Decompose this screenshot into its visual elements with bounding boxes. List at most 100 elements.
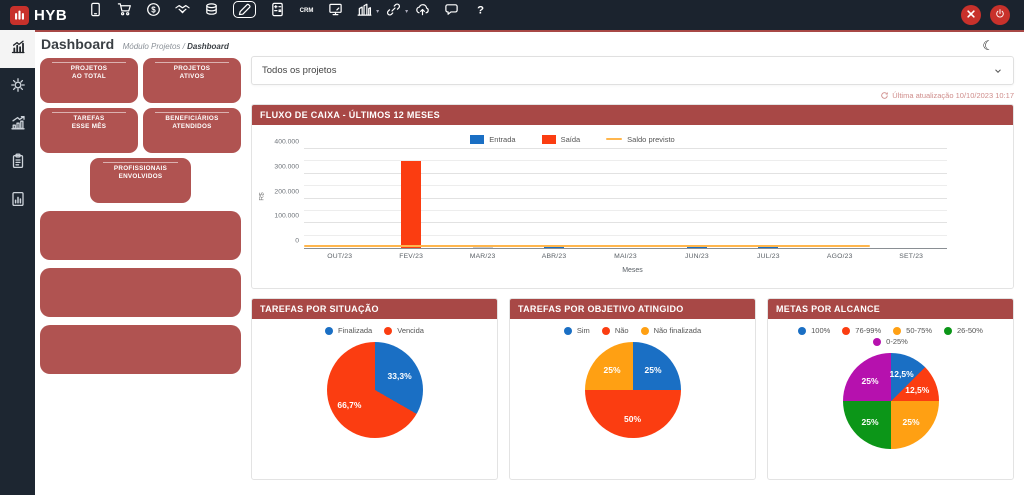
x-axis-tick: MAI/23 bbox=[614, 253, 637, 260]
legend-item[interactable]: Vencida bbox=[384, 326, 424, 335]
sidebar-item-indicators[interactable] bbox=[0, 106, 35, 144]
legend-item[interactable]: Sim bbox=[563, 326, 590, 335]
pie-panel-metas-por-alcance: METAS POR ALCANCE 100% 76-99% 50-75% 26-50% 0… bbox=[767, 298, 1014, 480]
pie-charts-row: TAREFAS POR SITUAÇÃO Finalizada Vencida 33,… bbox=[251, 298, 1014, 480]
menu-item--reas[interactable]: ▾ bbox=[350, 0, 379, 19]
menu-item-meu-site[interactable] bbox=[321, 0, 350, 19]
last-update: Última atualização 10/10/2023 10:17 bbox=[251, 87, 1014, 103]
menu-item-hyb-drive[interactable] bbox=[408, 0, 437, 19]
menu-item-apoio[interactable]: ▾ bbox=[379, 0, 408, 19]
legend-dot-swatch bbox=[873, 337, 882, 346]
pie-panel-tarefas-por-situa-o: TAREFAS POR SITUAÇÃO Finalizada Vencida 33,… bbox=[251, 298, 498, 480]
pie-slice-label: 25% bbox=[861, 416, 879, 427]
calculator-icon bbox=[270, 1, 285, 18]
legend-item[interactable]: 100% bbox=[798, 326, 830, 335]
pie-graphic bbox=[842, 353, 939, 449]
stat-card: PROFISSIONAIS ENVOLVIDOS bbox=[90, 158, 191, 203]
legend-item[interactable]: Saída bbox=[541, 134, 580, 144]
pie-graphic bbox=[326, 342, 423, 438]
legend-item[interactable]: 50-75% bbox=[893, 326, 932, 335]
legend-dot-swatch bbox=[842, 326, 851, 335]
dark-mode-toggle-icon[interactable]: ☾ bbox=[982, 38, 994, 54]
project-filter-select[interactable]: Todos os projetos bbox=[251, 56, 1014, 85]
x-axis-tick: FEV/23 bbox=[399, 253, 424, 260]
legend-item[interactable]: 76-99% bbox=[842, 326, 881, 335]
legend-item[interactable]: 26-50% bbox=[944, 326, 983, 335]
pie-slice-label: 66,7% bbox=[337, 399, 362, 410]
menu-item-projetos[interactable] bbox=[226, 0, 263, 19]
legend-label: 0-25% bbox=[886, 337, 908, 346]
pie-chart: 100% 76-99% 50-75% 26-50% 0-25% 12,5% 12,5% 25%… bbox=[768, 319, 1013, 479]
gear-icon bbox=[10, 77, 26, 98]
sidebar-item-tasks[interactable] bbox=[0, 144, 35, 182]
menu-item-cadastros[interactable] bbox=[81, 0, 110, 19]
pie-panel-title: TAREFAS POR OBJETIVO ATINGIDO bbox=[510, 299, 755, 319]
pie-legend: Sim Não Não finalizada bbox=[510, 319, 755, 335]
menu-item-financeiro[interactable] bbox=[197, 0, 226, 19]
topbar: HYB $ CRM ▾ ▾? bbox=[0, 0, 1024, 30]
legend-item[interactable]: Saldo previsto bbox=[606, 135, 675, 144]
page-header: Dashboard Módulo Projetos / Dashboard ☾ bbox=[41, 36, 1016, 56]
menu-item-compras[interactable] bbox=[110, 0, 139, 19]
clipboard-icon bbox=[10, 153, 26, 174]
app-logo[interactable]: HYB bbox=[0, 5, 81, 25]
legend-dot-swatch bbox=[944, 326, 953, 335]
stat-label: PROJETOS AO TOTAL bbox=[70, 65, 108, 80]
question-icon: ? bbox=[473, 1, 488, 18]
stat-cards: PROJETOS AO TOTAL PROJETOS ATIVOS TAREFAS ESS… bbox=[40, 58, 241, 203]
legend-dot-swatch bbox=[601, 326, 610, 335]
menu-item-cont-bil[interactable] bbox=[263, 0, 292, 19]
legend-label: 50-75% bbox=[906, 326, 933, 335]
legend-item[interactable]: 0-25% bbox=[873, 337, 908, 346]
monitor-icon bbox=[328, 1, 343, 18]
legend-label: Sim bbox=[576, 326, 590, 335]
report-icon bbox=[10, 191, 26, 212]
sidebar bbox=[0, 30, 35, 495]
legend-label: 76-99% bbox=[855, 326, 882, 335]
link-icon bbox=[386, 1, 401, 18]
x-axis-label: Meses bbox=[622, 267, 643, 274]
cashflow-legend: Entrada Saída Saldo previsto bbox=[252, 131, 893, 147]
menu-item-ajuda[interactable]: ? bbox=[466, 0, 495, 19]
legend-label: Saldo previsto bbox=[627, 134, 675, 144]
pie-slice-label: 25% bbox=[902, 416, 920, 427]
stat-card: PROJETOS ATIVOS bbox=[143, 58, 241, 103]
menu-item-crm[interactable]: CRM bbox=[292, 0, 321, 19]
topbar-actions bbox=[961, 5, 1024, 25]
legend-item[interactable]: Não finalizada bbox=[640, 326, 702, 335]
legend-dot-swatch bbox=[893, 326, 902, 335]
legend-swatch bbox=[541, 134, 556, 144]
pie-slice-label: 50% bbox=[623, 414, 642, 424]
breadcrumb: Módulo Projetos / Dashboard bbox=[122, 42, 229, 51]
sidebar-item-reports[interactable] bbox=[0, 182, 35, 220]
x-axis-tick: JUN/23 bbox=[684, 253, 709, 260]
sidebar-item-dashboard[interactable] bbox=[0, 30, 35, 68]
x-axis-tick: MAR/23 bbox=[469, 253, 496, 260]
pie-slice-label: 12,5% bbox=[905, 384, 930, 395]
x-axis-tick: AGO/23 bbox=[826, 253, 853, 260]
app-name: HYB bbox=[34, 6, 68, 24]
tools-button[interactable] bbox=[961, 5, 981, 25]
legend-label: Não finalizada bbox=[653, 326, 702, 335]
cashflow-panel: FLUXO DE CAIXA - ÚLTIMOS 12 MESES Entrad… bbox=[251, 104, 1014, 289]
legend-item[interactable]: Não bbox=[601, 326, 629, 335]
legend-dot-swatch bbox=[325, 326, 334, 335]
sidebar-item-projects-settings[interactable] bbox=[0, 68, 35, 106]
legend-item[interactable]: Entrada bbox=[470, 134, 516, 144]
charts-column: Todos os projetos Última atualização 10/… bbox=[251, 56, 1014, 480]
project-filter-value: Todos os projetos bbox=[262, 65, 337, 76]
top-menu: $ CRM ▾ ▾? bbox=[81, 0, 495, 30]
chat-icon bbox=[444, 1, 459, 18]
legend-label: 100% bbox=[811, 326, 831, 335]
pencil-icon bbox=[233, 1, 257, 18]
money-card-saldo bbox=[40, 325, 241, 374]
menu-item-doa-es[interactable] bbox=[168, 0, 197, 19]
page-title: Dashboard bbox=[41, 36, 115, 52]
menu-item-suporte[interactable] bbox=[437, 0, 466, 19]
menu-item-vendas[interactable]: $ bbox=[139, 0, 168, 19]
chevron-down-icon bbox=[995, 68, 1001, 73]
legend-item[interactable]: Finalizada bbox=[325, 326, 372, 335]
cashflow-chart: Entrada Saída Saldo previsto R$ 0 100.000 20… bbox=[252, 125, 1013, 288]
power-button[interactable] bbox=[990, 5, 1010, 25]
pie-slice-label: 25% bbox=[603, 364, 621, 375]
